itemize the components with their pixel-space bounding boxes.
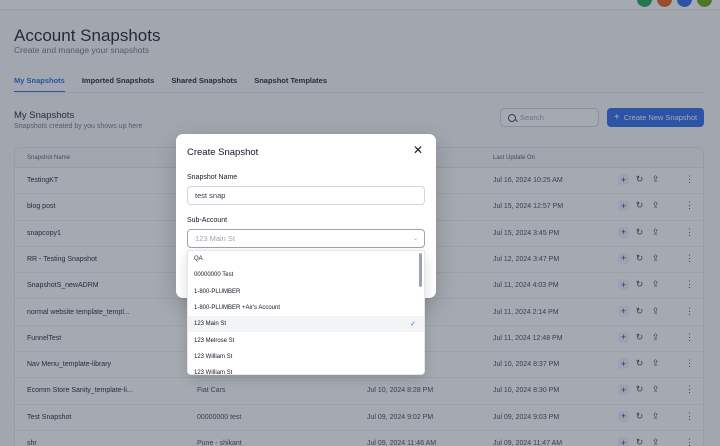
sub-account-label: Sub-Account (187, 217, 228, 224)
snapshot-name-label: Snapshot Name (187, 174, 238, 181)
option-label: 00000000 Test (194, 272, 234, 279)
sub-account-option[interactable]: 123 William St (188, 365, 424, 375)
sub-account-option[interactable]: 1-800-PLUMBER +Air's Account (188, 300, 424, 316)
sub-account-option[interactable]: 00000000 Test (188, 267, 424, 283)
option-label: 123 Melrose St (194, 337, 235, 344)
snapshot-name-input[interactable]: test snap (187, 186, 425, 205)
option-label: 123 William St (194, 370, 233, 375)
sub-account-select[interactable]: 123 Main St ⌄ (187, 229, 425, 248)
chevron-down-icon: ⌄ (412, 236, 418, 242)
check-icon: ✓ (410, 321, 416, 329)
dropdown-scrollbar[interactable] (419, 253, 422, 287)
sub-account-value: 123 Main St (195, 234, 236, 243)
sub-account-dropdown: QA 00000000 Test 1-800-PLUMBER 1-800-PLUMBE… (187, 250, 425, 375)
sub-account-option[interactable]: 1-800-PLUMBER (188, 284, 424, 300)
sub-account-option[interactable]: 123 William St (188, 349, 424, 365)
sub-account-option[interactable]: 123 Melrose St (188, 332, 424, 348)
option-label: 1-800-PLUMBER (194, 288, 241, 295)
option-label: 123 Main St (194, 321, 227, 328)
close-icon[interactable]: ✕ (413, 144, 423, 156)
option-label: 1-800-PLUMBER +Air's Account (194, 305, 281, 312)
sub-account-option[interactable]: 123 Main St ✓ (188, 316, 424, 333)
option-label: QA (194, 256, 203, 263)
modal-title: Create Snapshot (187, 147, 259, 158)
sub-account-option[interactable]: QA (188, 251, 424, 267)
option-label: 123 William St (194, 353, 233, 360)
